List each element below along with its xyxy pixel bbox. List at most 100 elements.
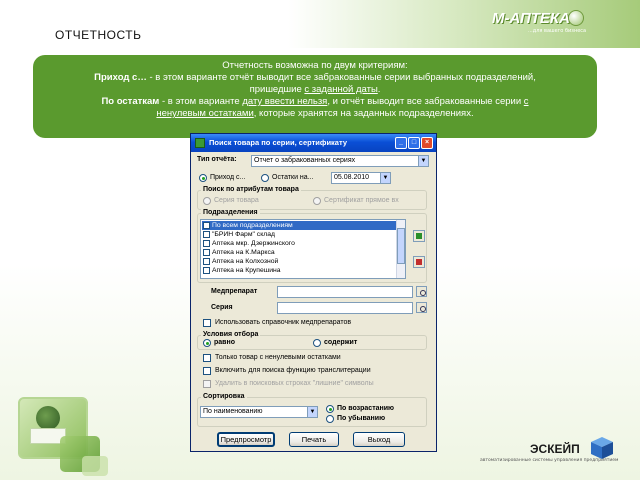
period: . — [377, 84, 381, 95]
use-catalog-label: Использовать справочник медпрепаратов — [215, 319, 352, 326]
radio-series-label: Серия товара — [214, 197, 259, 204]
from-date-link: с заданной даты — [304, 84, 378, 95]
checkbox[interactable] — [203, 231, 210, 238]
conditions-group-title: Условия отбора — [201, 331, 261, 339]
series-input[interactable] — [277, 302, 413, 314]
divisions-list[interactable]: По всем подразделениям "БРИН Фарм" склад… — [200, 219, 406, 279]
search-icon[interactable] — [416, 302, 427, 313]
drug-input[interactable] — [277, 286, 413, 298]
radio-income-label: Приход с... — [210, 174, 246, 181]
list-item[interactable]: Аптека на Крупешина — [202, 266, 402, 275]
scroll-thumb[interactable] — [397, 228, 405, 264]
close-icon[interactable]: × — [421, 137, 433, 149]
date-value: 05.08.2010 — [334, 174, 370, 181]
checkbox[interactable] — [203, 240, 210, 247]
division-label: Аптека на Колхозной — [212, 258, 279, 265]
chevron-down-icon[interactable]: ▼ — [418, 156, 428, 166]
checkbox[interactable] — [203, 267, 210, 274]
info-line-3: пришедшие с заданной даты. — [47, 84, 583, 96]
no-date-link: дату ввести нельзя — [242, 96, 328, 107]
report-type-value: Отчет о забракованных сериях — [254, 157, 356, 164]
stock-desc-2: , и отчёт выводит все забракованные сери… — [327, 96, 524, 107]
transliteration-label: Включить для поиска функцию транслитерац… — [215, 367, 371, 374]
radio-certificate[interactable] — [313, 197, 321, 205]
escape-brand-text: ЭСКЕЙП — [530, 442, 580, 456]
checkbox[interactable] — [203, 222, 210, 229]
divisions-scrollbar[interactable] — [396, 220, 405, 278]
radio-stock-label: Остатки на... — [272, 174, 314, 181]
checkbox[interactable] — [203, 258, 210, 265]
division-label: Аптека на Крупешина — [212, 267, 281, 274]
drug-label: Медпрепарат — [211, 288, 258, 295]
nonzero-link: ненулевым остатками — [156, 108, 254, 119]
checkbox[interactable] — [203, 249, 210, 256]
radio-series[interactable] — [203, 197, 211, 205]
radio-ascending[interactable] — [326, 405, 334, 413]
division-label: Аптека на К.Маркса — [212, 249, 275, 256]
radio-descending-label: По убыванию — [337, 415, 386, 422]
mapteka-logo: М-АПТЕКА ...для вашего бизнеса — [488, 8, 628, 40]
divisions-group-title: Подразделения — [201, 209, 260, 217]
info-line-1: Отчетность возможна по двум критериям: — [222, 60, 408, 71]
list-item[interactable]: Аптека на Колхозной — [202, 257, 402, 266]
radio-ascending-label: По возрастанию — [337, 405, 395, 412]
transliteration-checkbox[interactable] — [203, 367, 211, 375]
sort-group-title: Сортировка — [201, 393, 247, 401]
report-type-label: Тип отчёта: — [197, 156, 237, 163]
division-label: По всем подразделениям — [212, 222, 293, 229]
info-line-2: Приход с… - в этом варианте отчёт выводи… — [47, 72, 583, 84]
income-desc: - в этом варианте отчёт выводит все забр… — [146, 72, 536, 83]
cube-icon — [591, 437, 613, 459]
chevron-down-icon[interactable]: ▼ — [307, 407, 317, 417]
radio-contains-label: содержит — [324, 339, 358, 346]
search-group-title: Поиск по атрибутам товара — [201, 186, 301, 194]
series-label: Серия — [211, 304, 233, 311]
radio-certificate-label: Сертификат прямое вх — [324, 197, 399, 204]
radio-equal-label: равно — [214, 339, 235, 346]
sort-select[interactable]: По наименованию ▼ — [200, 406, 318, 418]
with-link: с — [523, 96, 529, 107]
dialog-titlebar[interactable]: Поиск товара по серии, сертификату _ □ × — [191, 134, 436, 152]
decorative-tile — [82, 456, 108, 476]
radio-equal[interactable] — [203, 339, 211, 347]
list-item[interactable]: По всем подразделениям — [202, 221, 402, 230]
nonzero-checkbox[interactable] — [203, 354, 211, 362]
radio-contains[interactable] — [313, 339, 321, 347]
escape-logo: ЭСКЕЙП автоматизированные системы управл… — [480, 434, 620, 476]
minimize-icon[interactable]: _ — [395, 137, 407, 149]
division-label: "БРИН Фарм" склад — [212, 231, 275, 238]
clear-selection-icon[interactable] — [413, 256, 425, 268]
stock-desc: - в этом варианте — [159, 96, 243, 107]
dialog-title: Поиск товара по серии, сертификату — [209, 138, 348, 147]
info-box: Отчетность возможна по двум критериям: П… — [33, 55, 597, 138]
radio-descending[interactable] — [326, 415, 334, 423]
list-item[interactable]: Аптека на К.Маркса — [202, 248, 402, 257]
income-desc-2: пришедшие — [249, 84, 305, 95]
remove-spaces-checkbox[interactable] — [203, 380, 211, 388]
radio-stock[interactable] — [261, 174, 269, 182]
search-icon[interactable] — [416, 286, 427, 297]
list-item[interactable]: Аптека мкр. Дзержинского — [202, 239, 402, 248]
exit-button[interactable]: Выход — [353, 432, 405, 447]
division-label: Аптека мкр. Дзержинского — [212, 240, 295, 247]
app-icon — [195, 138, 205, 148]
report-type-select[interactable]: Отчет о забракованных сериях ▼ — [251, 155, 429, 167]
mapteka-tagline: ...для вашего бизнеса — [528, 28, 587, 34]
chevron-down-icon[interactable]: ▼ — [380, 173, 390, 183]
remove-spaces-label: Удалить в поисковых строках "лишние" сим… — [215, 380, 374, 387]
stock-desc-3: , которые хранятся на заданных подраздел… — [253, 108, 474, 119]
print-button[interactable]: Печать — [289, 432, 339, 447]
radio-income[interactable] — [199, 174, 207, 182]
preview-button[interactable]: Предпросмотр — [217, 432, 275, 447]
date-picker[interactable]: 05.08.2010 ▼ — [331, 172, 391, 184]
select-all-icon[interactable] — [413, 230, 425, 242]
nonzero-label: Только товар с ненулевыми остатками — [215, 354, 341, 361]
plant-icon — [36, 406, 60, 430]
sort-value: По наименованию — [203, 408, 263, 415]
mapteka-brand-text: М-АПТЕКА — [492, 10, 570, 27]
list-item[interactable]: "БРИН Фарм" склад — [202, 230, 402, 239]
search-dialog: Поиск товара по серии, сертификату _ □ ×… — [190, 133, 437, 452]
maximize-icon[interactable]: □ — [408, 137, 420, 149]
use-catalog-checkbox[interactable] — [203, 319, 211, 327]
income-term: Приход с… — [94, 72, 147, 83]
